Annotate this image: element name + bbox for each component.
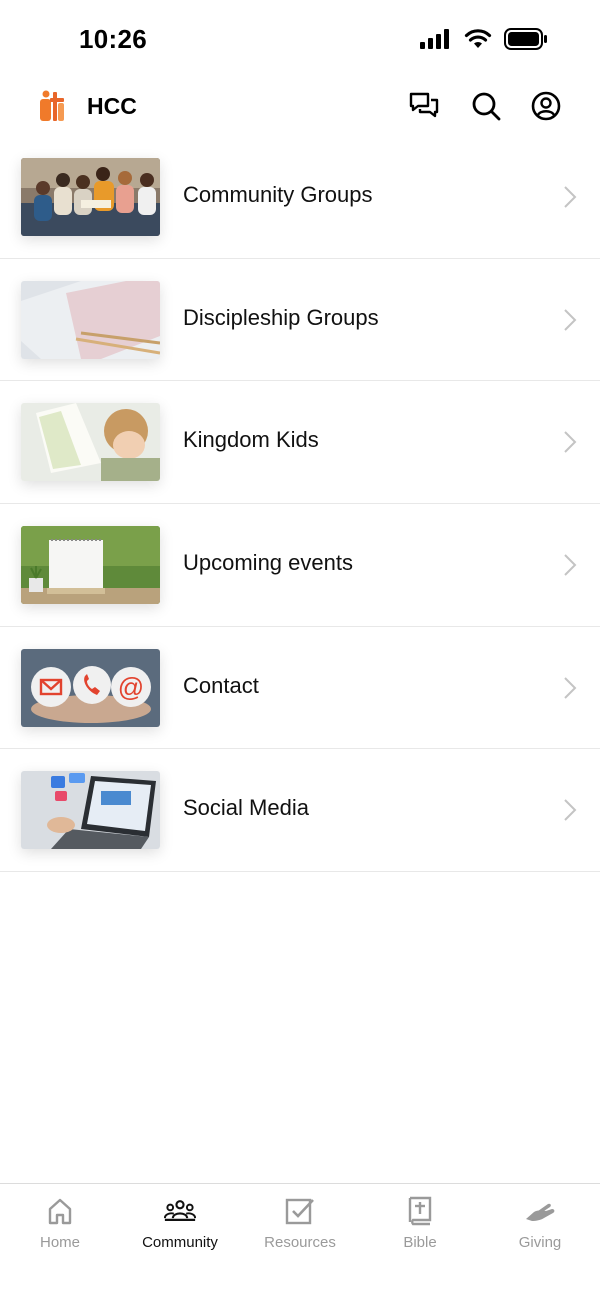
menu-item-label: Community Groups [183, 182, 373, 207]
chat-bubbles-icon [409, 92, 439, 118]
app-header: HCC [0, 80, 600, 134]
tab-bar: Home Community Resources Bible Giving [0, 1183, 600, 1300]
chevron-right-icon [564, 431, 577, 454]
community-groups-thumbnail [21, 158, 160, 236]
app-title: HCC [87, 93, 137, 119]
upcoming-events-thumbnail [21, 526, 160, 605]
status-time: 10:26 [79, 24, 147, 54]
tab-community[interactable]: Community [120, 1184, 240, 1300]
menu-item-label: Discipleship Groups [183, 304, 379, 330]
cellular-signal-icon [420, 29, 449, 49]
search-button[interactable] [468, 88, 504, 124]
tab-home[interactable]: Home [0, 1184, 120, 1300]
status-bar: 10:26 [0, 0, 600, 80]
chevron-right-icon [564, 554, 577, 576]
battery-icon [504, 28, 547, 50]
community-icon [164, 1196, 196, 1226]
search-icon [472, 92, 501, 121]
menu-item-upcoming-events[interactable]: Upcoming events [0, 504, 600, 627]
kingdom-kids-thumbnail [21, 403, 160, 482]
menu-list: Community Groups Discipleship Groups Kin… [0, 136, 600, 873]
chevron-right-icon [564, 186, 577, 208]
menu-item-kingdom-kids[interactable]: Kingdom Kids [0, 381, 600, 505]
bible-icon [404, 1196, 436, 1226]
wifi-icon [464, 29, 492, 48]
contact-thumbnail: @ [21, 648, 160, 727]
tab-giving[interactable]: Giving [480, 1184, 600, 1300]
checkbox-icon [284, 1196, 316, 1226]
menu-item-label: Social Media [183, 795, 309, 821]
menu-item-label: Upcoming events [183, 550, 353, 576]
user-circle-icon [531, 91, 561, 121]
menu-item-label: Kingdom Kids [183, 427, 319, 453]
svg-text:@: @ [118, 672, 144, 702]
chevron-right-icon [564, 799, 577, 822]
tab-label: Community [142, 1234, 218, 1251]
giving-hand-icon [524, 1196, 556, 1226]
status-icons [420, 28, 548, 50]
tab-resources[interactable]: Resources [240, 1184, 360, 1300]
church-logo [40, 90, 64, 121]
profile-button[interactable] [528, 88, 564, 124]
chat-button[interactable] [406, 88, 442, 124]
tab-label: Home [39, 1234, 80, 1251]
social-media-thumbnail [21, 771, 160, 850]
menu-item-contact[interactable]: @ Contact [0, 627, 600, 750]
discipleship-groups-thumbnail [21, 280, 160, 359]
menu-item-label: Contact [183, 672, 259, 698]
tab-label: Resources [264, 1234, 336, 1251]
tab-label: Bible [403, 1234, 437, 1251]
menu-item-discipleship-groups[interactable]: Discipleship Groups [0, 259, 600, 382]
chevron-right-icon [564, 308, 577, 331]
tab-label: Giving [518, 1234, 562, 1251]
menu-item-community-groups[interactable]: Community Groups [0, 136, 600, 259]
chevron-right-icon [564, 677, 577, 699]
tab-bible[interactable]: Bible [360, 1184, 480, 1300]
menu-item-social-media[interactable]: Social Media [0, 749, 600, 873]
home-icon [44, 1196, 76, 1226]
